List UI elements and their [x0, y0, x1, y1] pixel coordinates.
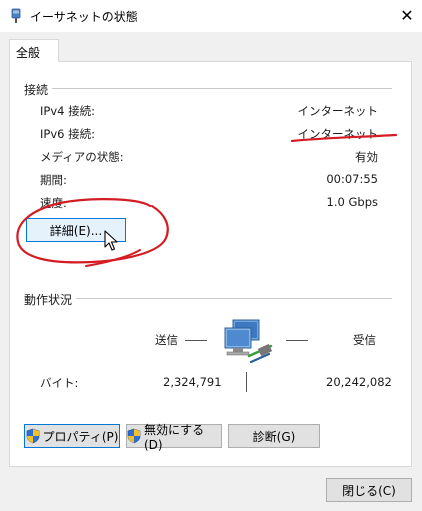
speed-label: 速度: — [40, 196, 67, 210]
disable-button[interactable]: 無効にする(D) — [126, 423, 222, 452]
media-state-label: メディアの状態: — [40, 150, 124, 164]
received-line — [286, 340, 308, 341]
uac-shield-icon — [26, 428, 39, 444]
bytes-sent-value: 2,324,791 — [163, 375, 222, 389]
bytes-label: バイト: — [40, 376, 79, 390]
activity-divider — [76, 298, 392, 299]
ipv4-value: インターネット — [297, 104, 379, 118]
title-bar: イーサネットの状態 ✕ — [0, 0, 422, 32]
network-computers-icon — [224, 319, 273, 364]
ipv6-label: IPv6 接続: — [40, 127, 95, 141]
properties-button[interactable]: プロパティ(P) — [24, 424, 120, 448]
properties-button-label: プロパティ(P) — [42, 429, 119, 444]
sent-label: 送信 — [155, 333, 178, 347]
tab-general[interactable]: 全般 — [9, 39, 59, 62]
tab-general-label: 全般 — [16, 46, 41, 60]
close-window-button[interactable]: ✕ — [392, 0, 422, 32]
speed-value: 1.0 Gbps — [326, 195, 378, 209]
mouse-pointer-icon — [104, 230, 118, 251]
diagnose-button[interactable]: 診断(G) — [228, 424, 320, 448]
window-title: イーサネットの状態 — [30, 10, 138, 24]
uac-shield-icon — [127, 428, 141, 444]
bytes-separator — [246, 372, 247, 392]
duration-value: 00:07:55 — [326, 172, 378, 186]
received-label: 受信 — [353, 333, 376, 347]
ipv6-value: インターネット — [297, 127, 379, 141]
activity-section-label: 動作状況 — [24, 291, 77, 308]
tab-panel — [9, 61, 412, 467]
connection-section-label: 接続 — [24, 81, 53, 98]
ethernet-plug-icon — [11, 8, 21, 23]
close-button[interactable]: 閉じる(C) — [326, 478, 412, 502]
connection-divider — [52, 88, 392, 89]
bytes-received-value: 20,242,082 — [326, 375, 392, 389]
sent-line — [185, 340, 207, 341]
duration-label: 期間: — [40, 173, 67, 187]
media-state-value: 有効 — [355, 150, 378, 164]
disable-button-label: 無効にする(D) — [144, 422, 205, 452]
ipv4-label: IPv4 接続: — [40, 104, 95, 118]
